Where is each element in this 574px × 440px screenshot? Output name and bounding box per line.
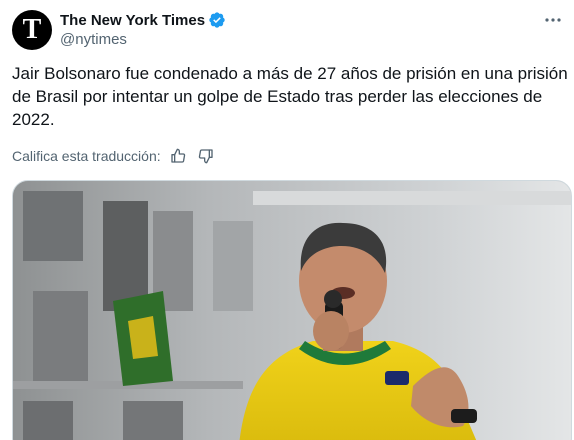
author-name-row: The New York Times xyxy=(60,10,226,30)
photo-bolsonaro-speaking xyxy=(13,181,571,440)
tweet-text: Jair Bolsonaro fue condenado a más de 27… xyxy=(12,64,568,129)
rate-translation: Califica esta traducción: xyxy=(12,146,217,166)
more-options-icon[interactable] xyxy=(542,10,564,30)
display-name[interactable]: The New York Times xyxy=(60,12,205,29)
avatar[interactable]: T xyxy=(12,10,52,50)
thumbs-down-icon[interactable] xyxy=(195,146,217,166)
author-handle[interactable]: @nytimes xyxy=(60,31,127,48)
thumbs-up-icon[interactable] xyxy=(167,146,189,166)
rate-translation-label: Califica esta traducción: xyxy=(12,148,161,164)
verified-badge-icon xyxy=(208,11,226,29)
tweet-photo[interactable] xyxy=(12,180,572,440)
nyt-logo: T xyxy=(22,14,42,45)
